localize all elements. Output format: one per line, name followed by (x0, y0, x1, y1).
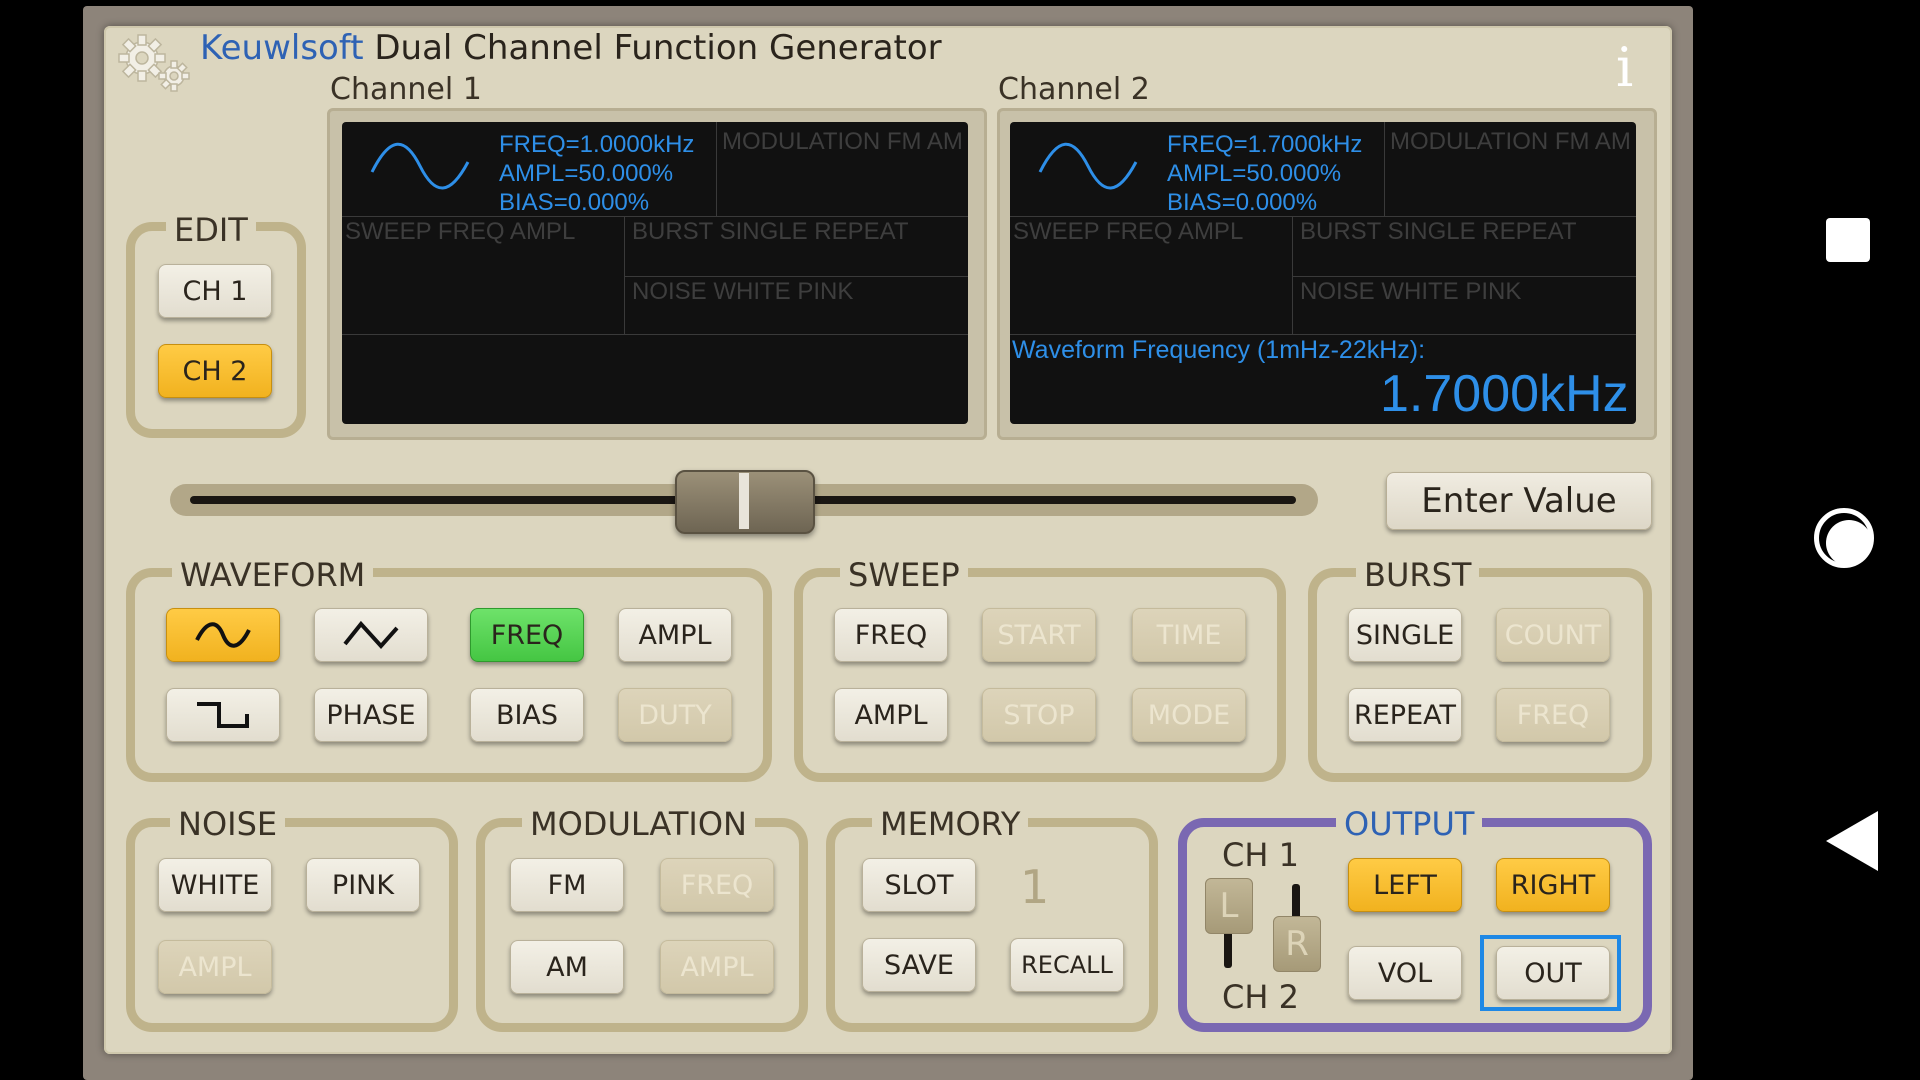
burst-label: BURST (1356, 557, 1480, 593)
memory-group (826, 818, 1158, 1032)
sweep-ampl-button[interactable]: AMPL (834, 688, 948, 742)
output-ch2-label: CH 2 (1222, 978, 1299, 1016)
burst-single-button[interactable]: SINGLE (1348, 608, 1462, 662)
home-icon-inner (1826, 520, 1872, 566)
ch1-modulation: MODULATION FM AM (722, 128, 963, 155)
sweep-stop-button[interactable]: STOP (982, 688, 1096, 742)
output-vol-button[interactable]: VOL (1348, 946, 1462, 1000)
ch1-burst: BURST SINGLE REPEAT (632, 218, 909, 245)
modulation-am-button[interactable]: AM (510, 940, 624, 994)
sweep-freq-button[interactable]: FREQ (834, 608, 948, 662)
value-slider-thumb-mark (739, 473, 749, 529)
triangle-wave-icon (343, 620, 399, 649)
memory-label: MEMORY (872, 806, 1029, 842)
modulation-ampl-button[interactable]: AMPL (660, 940, 774, 994)
waveform-label: WAVEFORM (172, 557, 374, 593)
channel-1-label: Channel 1 (330, 72, 482, 107)
noise-ampl-button[interactable]: AMPL (158, 940, 272, 994)
channel-2-display[interactable]: FREQ=1.7000kHz AMPL=50.000% BIAS=0.000% … (1010, 122, 1636, 424)
edit-ch1-button[interactable]: CH 1 (158, 264, 272, 318)
noise-white-button[interactable]: WHITE (158, 858, 272, 912)
ch1-ampl: AMPL=50.000% (499, 160, 674, 187)
memory-recall-button[interactable]: RECALL (1010, 938, 1124, 992)
right-level-thumb[interactable]: R (1273, 916, 1321, 972)
sine-wave-icon (370, 142, 470, 190)
ch1-noise: NOISE WHITE PINK (632, 278, 854, 305)
sine-wave-icon (1038, 142, 1138, 190)
noise-pink-button[interactable]: PINK (306, 858, 420, 912)
brand-name: Keuwlsoft (200, 28, 364, 68)
gears-icon[interactable] (114, 32, 194, 94)
ch2-bias: BIAS=0.000% (1167, 189, 1318, 216)
noise-label: NOISE (170, 806, 286, 842)
noise-group (126, 818, 458, 1032)
modulation-freq-button[interactable]: FREQ (660, 858, 774, 912)
ch2-modulation: MODULATION FM AM (1390, 128, 1631, 155)
sweep-start-button[interactable]: START (982, 608, 1096, 662)
burst-count-button[interactable]: COUNT (1496, 608, 1610, 662)
square-wave-button[interactable] (166, 688, 280, 742)
recents-icon[interactable] (1826, 218, 1870, 262)
ch2-value-readout: 1.7000kHz (1380, 365, 1629, 423)
burst-freq-button[interactable]: FREQ (1496, 688, 1610, 742)
out-focus-ring (1480, 935, 1621, 1011)
waveform-freq-button[interactable]: FREQ (470, 608, 584, 662)
ch2-noise: NOISE WHITE PINK (1300, 278, 1522, 305)
channel-1-display[interactable]: FREQ=1.0000kHz AMPL=50.000% BIAS=0.000% … (342, 122, 968, 424)
sweep-label: SWEEP (840, 557, 968, 593)
burst-repeat-button[interactable]: REPEAT (1348, 688, 1462, 742)
duty-button[interactable]: DUTY (618, 688, 732, 742)
info-icon[interactable]: i (1616, 36, 1633, 99)
left-level-thumb[interactable]: L (1205, 878, 1253, 934)
modulation-group (476, 818, 808, 1032)
modulation-fm-button[interactable]: FM (510, 858, 624, 912)
ch2-freq: FREQ=1.7000kHz (1167, 131, 1363, 158)
sweep-mode-button[interactable]: MODE (1132, 688, 1246, 742)
channel-2-label: Channel 2 (998, 72, 1150, 107)
sweep-group (794, 568, 1286, 782)
bias-button[interactable]: BIAS (470, 688, 584, 742)
ch1-freq: FREQ=1.0000kHz (499, 131, 695, 158)
enter-value-button[interactable]: Enter Value (1386, 472, 1652, 530)
ch1-bias: BIAS=0.000% (499, 189, 650, 216)
app-title: Keuwlsoft Dual Channel Function Generato… (200, 28, 942, 68)
sine-wave-icon (195, 622, 251, 648)
ch2-burst: BURST SINGLE REPEAT (1300, 218, 1577, 245)
triangle-wave-button[interactable] (314, 608, 428, 662)
edit-group (126, 222, 306, 438)
memory-slot-number: 1 (1020, 860, 1050, 914)
waveform-ampl-button[interactable]: AMPL (618, 608, 732, 662)
waveform-group (126, 568, 772, 782)
memory-slot-button[interactable]: SLOT (862, 858, 976, 912)
sweep-time-button[interactable]: TIME (1132, 608, 1246, 662)
burst-group (1308, 568, 1652, 782)
output-left-button[interactable]: LEFT (1348, 858, 1462, 912)
sine-wave-button[interactable] (166, 608, 280, 662)
square-wave-icon (197, 702, 249, 728)
output-right-button[interactable]: RIGHT (1496, 858, 1610, 912)
output-label: OUTPUT (1336, 806, 1483, 842)
ch2-prompt: Waveform Frequency (1mHz-22kHz): (1012, 336, 1426, 364)
edit-label: EDIT (166, 212, 256, 248)
ch2-ampl: AMPL=50.000% (1167, 160, 1342, 187)
memory-save-button[interactable]: SAVE (862, 938, 976, 992)
modulation-label: MODULATION (522, 806, 755, 842)
output-ch1-label: CH 1 (1222, 836, 1299, 874)
app-title-text: Dual Channel Function Generator (374, 28, 942, 68)
ch2-sweep: SWEEP FREQ AMPL (1013, 218, 1244, 245)
edit-ch2-button[interactable]: CH 2 (158, 344, 272, 398)
back-icon[interactable] (1826, 811, 1878, 871)
ch1-sweep: SWEEP FREQ AMPL (345, 218, 576, 245)
phase-button[interactable]: PHASE (314, 688, 428, 742)
